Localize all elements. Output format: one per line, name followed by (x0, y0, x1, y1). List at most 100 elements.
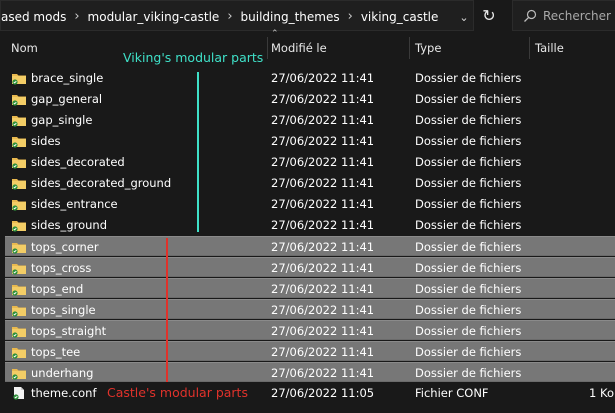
file-row[interactable]: tops_cross 27/06/2022 11:41 Dossier de fic… (5, 257, 615, 277)
folder-icon (12, 369, 26, 380)
file-name: sides (31, 134, 61, 148)
file-name: theme.conf (31, 386, 97, 400)
file-row[interactable]: underhang 27/06/2022 11:41 Dossier de fich… (5, 362, 615, 382)
file-row[interactable]: sides_entrance 27/06/2022 11:41 Dossier de… (5, 194, 615, 214)
file-name: tops_end (31, 282, 84, 296)
file-name: gap_general (31, 92, 103, 106)
file-row[interactable]: sides_decorated_ground 27/06/2022 11:41 Do… (5, 173, 615, 193)
file-type: Dossier de fichiers (415, 218, 522, 232)
file-row[interactable]: tops_tee 27/06/2022 11:41 Dossier de fichi… (5, 341, 615, 361)
column-divider[interactable] (267, 37, 268, 59)
folder-icon (12, 74, 26, 85)
file-type: Dossier de fichiers (415, 134, 522, 148)
file-modified: 27/06/2022 11:41 (271, 176, 375, 190)
address-bar[interactable]: ased mods › modular_viking-castle › buil… (0, 0, 474, 31)
file-type: Dossier de fichiers (415, 282, 522, 296)
chevron-right-icon[interactable]: › (225, 9, 234, 24)
file-modified: 27/06/2022 11:41 (271, 92, 375, 106)
search-input[interactable] (543, 7, 615, 25)
folder-icon (12, 285, 26, 296)
column-divider[interactable] (529, 37, 530, 59)
file-name: sides_decorated_ground (31, 176, 172, 190)
file-modified: 27/06/2022 11:41 (271, 303, 375, 317)
file-row[interactable]: tops_corner 27/06/2022 11:41 Dossier de fi… (5, 236, 615, 256)
file-name: brace_single (31, 71, 104, 85)
file-row[interactable]: tops_end 27/06/2022 11:41 Dossier de fichi… (5, 278, 615, 298)
file-type: Dossier de fichiers (415, 366, 522, 380)
search-icon (524, 9, 537, 22)
file-type: Dossier de fichiers (415, 197, 522, 211)
file-type: Dossier de fichiers (415, 240, 522, 254)
file-name: underhang (31, 366, 94, 380)
file-row[interactable]: theme.conf 27/06/2022 11:05 Fichier CONF 1 … (5, 383, 615, 403)
column-header-type[interactable]: Type (415, 37, 441, 59)
file-type: Dossier de fichiers (415, 261, 522, 275)
viking-parts-annotation: Viking's modular parts (123, 50, 264, 65)
chevron-down-icon[interactable]: ⌄ (454, 7, 474, 27)
file-explorer-window: ased mods › modular_viking-castle › buil… (0, 0, 615, 413)
file-name: sides_ground (31, 218, 107, 232)
chevron-right-icon[interactable]: › (72, 9, 81, 24)
file-name: tops_tee (31, 345, 81, 359)
file-row[interactable]: sides_ground 27/06/2022 11:41 Dossier de f… (5, 215, 615, 235)
folder-icon (12, 348, 26, 359)
file-type: Dossier de fichiers (415, 176, 522, 190)
file-row[interactable]: gap_general 27/06/2022 11:41 Dossier de fi… (5, 89, 615, 109)
file-type: Dossier de fichiers (415, 71, 522, 85)
folder-icon (12, 179, 26, 190)
folder-icon (12, 137, 26, 148)
folder-icon (12, 243, 26, 254)
file-type: Dossier de fichiers (415, 324, 522, 338)
file-name: gap_single (31, 113, 93, 127)
file-modified: 27/06/2022 11:41 (271, 155, 375, 169)
navigation-bar: ased mods › modular_viking-castle › buil… (0, 0, 615, 32)
folder-icon (12, 158, 26, 169)
castle-parts-annotation: Castle's modular parts (107, 385, 248, 400)
file-size: 1 Ko (589, 386, 614, 400)
folder-icon (12, 200, 26, 211)
file-type: Dossier de fichiers (415, 155, 522, 169)
file-type: Fichier CONF (415, 386, 489, 400)
file-name: sides_entrance (31, 197, 118, 211)
file-row[interactable]: gap_single 27/06/2022 11:41 Dossier de fic… (5, 110, 615, 130)
breadcrumb-item[interactable]: ased mods (1, 10, 72, 24)
file-type: Dossier de fichiers (415, 345, 522, 359)
file-modified: 27/06/2022 11:41 (271, 366, 375, 380)
column-header-size[interactable]: Taille (535, 37, 564, 59)
file-type: Dossier de fichiers (415, 303, 522, 317)
file-row[interactable]: tops_single 27/06/2022 11:41 Dossier de fi… (5, 299, 615, 319)
file-modified: 27/06/2022 11:05 (271, 386, 375, 400)
breadcrumb-item[interactable]: building_themes (235, 10, 346, 24)
breadcrumb-item[interactable]: viking_castle (355, 10, 445, 24)
breadcrumb-item[interactable]: modular_viking-castle (82, 10, 226, 24)
file-icon (13, 387, 24, 400)
file-row[interactable]: tops_straight 27/06/2022 11:41 Dossier de … (5, 320, 615, 340)
folder-icon (12, 116, 26, 127)
column-header-name[interactable]: Nom (11, 37, 38, 59)
file-row[interactable]: sides_decorated 27/06/2022 11:41 Dossier d… (5, 152, 615, 172)
file-type: Dossier de fichiers (415, 92, 522, 106)
column-divider[interactable] (409, 37, 410, 59)
folder-icon (12, 306, 26, 317)
file-name: tops_single (31, 303, 96, 317)
file-row[interactable]: brace_single 27/06/2022 11:41 Dossier de f… (5, 68, 615, 88)
folder-icon (12, 327, 26, 338)
column-header-row: ⌃ Nom Modifié le Type Taille (0, 29, 615, 59)
file-modified: 27/06/2022 11:41 (271, 71, 375, 85)
folder-icon (12, 264, 26, 275)
file-name: tops_cross (31, 261, 92, 275)
folder-icon (12, 95, 26, 106)
refresh-icon[interactable]: ↻ (476, 0, 502, 31)
file-modified: 27/06/2022 11:41 (271, 345, 375, 359)
file-modified: 27/06/2022 11:41 (271, 113, 375, 127)
file-name: tops_corner (31, 240, 99, 254)
file-modified: 27/06/2022 11:41 (271, 197, 375, 211)
file-type: Dossier de fichiers (415, 113, 522, 127)
file-row[interactable]: sides 27/06/2022 11:41 Dossier de fichiers (5, 131, 615, 151)
column-header-modified[interactable]: Modifié le (271, 37, 327, 59)
chevron-right-icon[interactable]: › (346, 9, 355, 24)
viking-parts-marker (197, 72, 199, 232)
search-box[interactable] (512, 0, 615, 31)
file-modified: 27/06/2022 11:41 (271, 261, 375, 275)
file-name: tops_straight (31, 324, 107, 338)
